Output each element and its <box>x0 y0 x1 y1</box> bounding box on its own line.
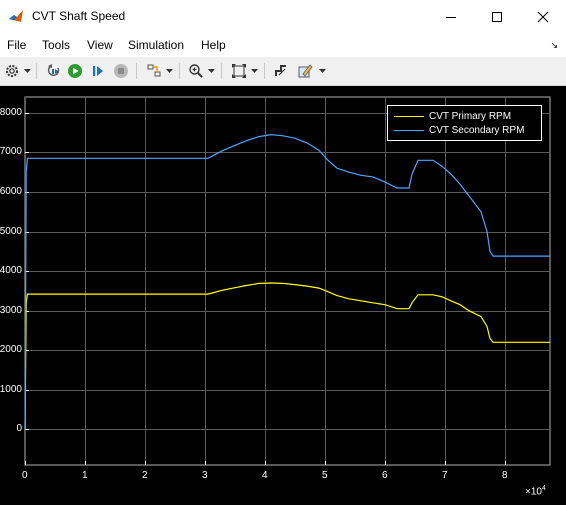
menu-bar: File Tools View Simulation Help ↘ <box>0 33 566 57</box>
menu-file[interactable]: File <box>7 38 26 52</box>
settings-dropdown-arrow[interactable] <box>24 67 31 74</box>
edit-style-icon <box>298 64 313 78</box>
x-exponent-sup: 4 <box>541 485 546 492</box>
run-button[interactable] <box>65 61 85 81</box>
chevron-down-icon <box>166 69 173 73</box>
x-exponent-label: ×104 <box>525 485 546 498</box>
toolbar-separator <box>264 63 265 79</box>
y-tick-label: 4000 <box>0 265 22 277</box>
window-title: CVT Shaft Speed <box>32 9 126 23</box>
toolbar-separator <box>221 63 222 79</box>
settings-icon <box>6 65 18 77</box>
x-tick-label: 8 <box>502 470 508 481</box>
x-tick-label: 2 <box>142 470 148 481</box>
zoom-dropdown-arrow[interactable] <box>208 67 215 74</box>
fit-to-view-button[interactable] <box>229 61 249 81</box>
menu-help[interactable]: Help <box>201 38 226 52</box>
close-icon <box>537 11 549 22</box>
y-tick-label: 3000 <box>0 304 22 316</box>
y-tick-label: 2000 <box>0 344 22 356</box>
chevron-down-icon <box>208 69 215 73</box>
legend-swatch-primary <box>394 115 424 117</box>
legend[interactable]: CVT Primary RPM CVT Secondary RPM <box>387 105 542 141</box>
legend-entry-primary: CVT Primary RPM <box>394 109 511 123</box>
y-tick-label: 5000 <box>0 225 22 237</box>
plot-canvas[interactable] <box>0 86 566 505</box>
x-tick-label: 4 <box>262 470 268 481</box>
fit-dropdown-arrow[interactable] <box>251 67 258 74</box>
close-button[interactable] <box>520 0 566 33</box>
y-tick-label: 8000 <box>0 106 22 118</box>
signal-highlight-icon <box>147 64 161 77</box>
legend-swatch-secondary <box>394 129 424 131</box>
fit-to-view-icon <box>232 64 246 78</box>
dock-arrow-icon[interactable]: ↘ <box>550 40 558 51</box>
signal-dropdown-arrow[interactable] <box>166 67 173 74</box>
maximize-icon <box>492 11 502 22</box>
stop-icon <box>114 64 128 78</box>
matlab-logo-icon <box>9 10 23 22</box>
x-tick-label: 0 <box>22 470 28 481</box>
legend-label-secondary: CVT Secondary RPM <box>429 124 525 136</box>
title-bar: CVT Shaft Speed <box>0 0 566 33</box>
cursor-measure-icon <box>275 65 286 76</box>
legend-entry-secondary: CVT Secondary RPM <box>394 123 524 137</box>
menu-simulation[interactable]: Simulation <box>128 38 184 52</box>
cursor-measure-button[interactable] <box>271 61 291 81</box>
x-tick-label: 5 <box>322 470 328 481</box>
minimize-icon <box>446 16 456 18</box>
y-tick-label: 6000 <box>0 185 22 197</box>
step-forward-icon <box>93 66 103 76</box>
y-tick-label: 7000 <box>0 146 22 158</box>
menu-view[interactable]: View <box>87 38 113 52</box>
x-tick-label: 7 <box>442 470 448 481</box>
y-tick-label: 0 <box>16 423 22 435</box>
x-tick-label: 3 <box>202 470 208 481</box>
minimize-button[interactable] <box>428 0 474 33</box>
x-tick-label: 1 <box>82 470 88 481</box>
zoom-icon <box>189 64 203 78</box>
stop-button[interactable] <box>111 61 131 81</box>
plot-area[interactable] <box>0 86 566 505</box>
x-tick-label: 6 <box>382 470 388 481</box>
step-back-icon <box>47 64 60 76</box>
toolbar-separator <box>36 63 37 79</box>
plot-background <box>0 86 566 505</box>
chevron-down-icon <box>251 69 258 73</box>
toolbar <box>0 57 566 86</box>
chevron-down-icon <box>319 69 326 73</box>
y-tick-label: 1000 <box>0 383 22 395</box>
maximize-button[interactable] <box>474 0 520 33</box>
zoom-button[interactable] <box>186 61 206 81</box>
edit-style-button[interactable] <box>295 61 315 81</box>
run-icon <box>68 64 82 78</box>
toolbar-separator <box>136 63 137 79</box>
menu-tools[interactable]: Tools <box>42 38 70 52</box>
style-dropdown-arrow[interactable] <box>319 67 326 74</box>
chevron-down-icon <box>24 69 31 73</box>
step-back-button[interactable] <box>44 61 64 81</box>
legend-label-primary: CVT Primary RPM <box>429 110 512 122</box>
step-forward-button[interactable] <box>88 61 108 81</box>
signal-highlight-button[interactable] <box>144 61 164 81</box>
toolbar-separator <box>179 63 180 79</box>
settings-button[interactable] <box>2 61 22 81</box>
